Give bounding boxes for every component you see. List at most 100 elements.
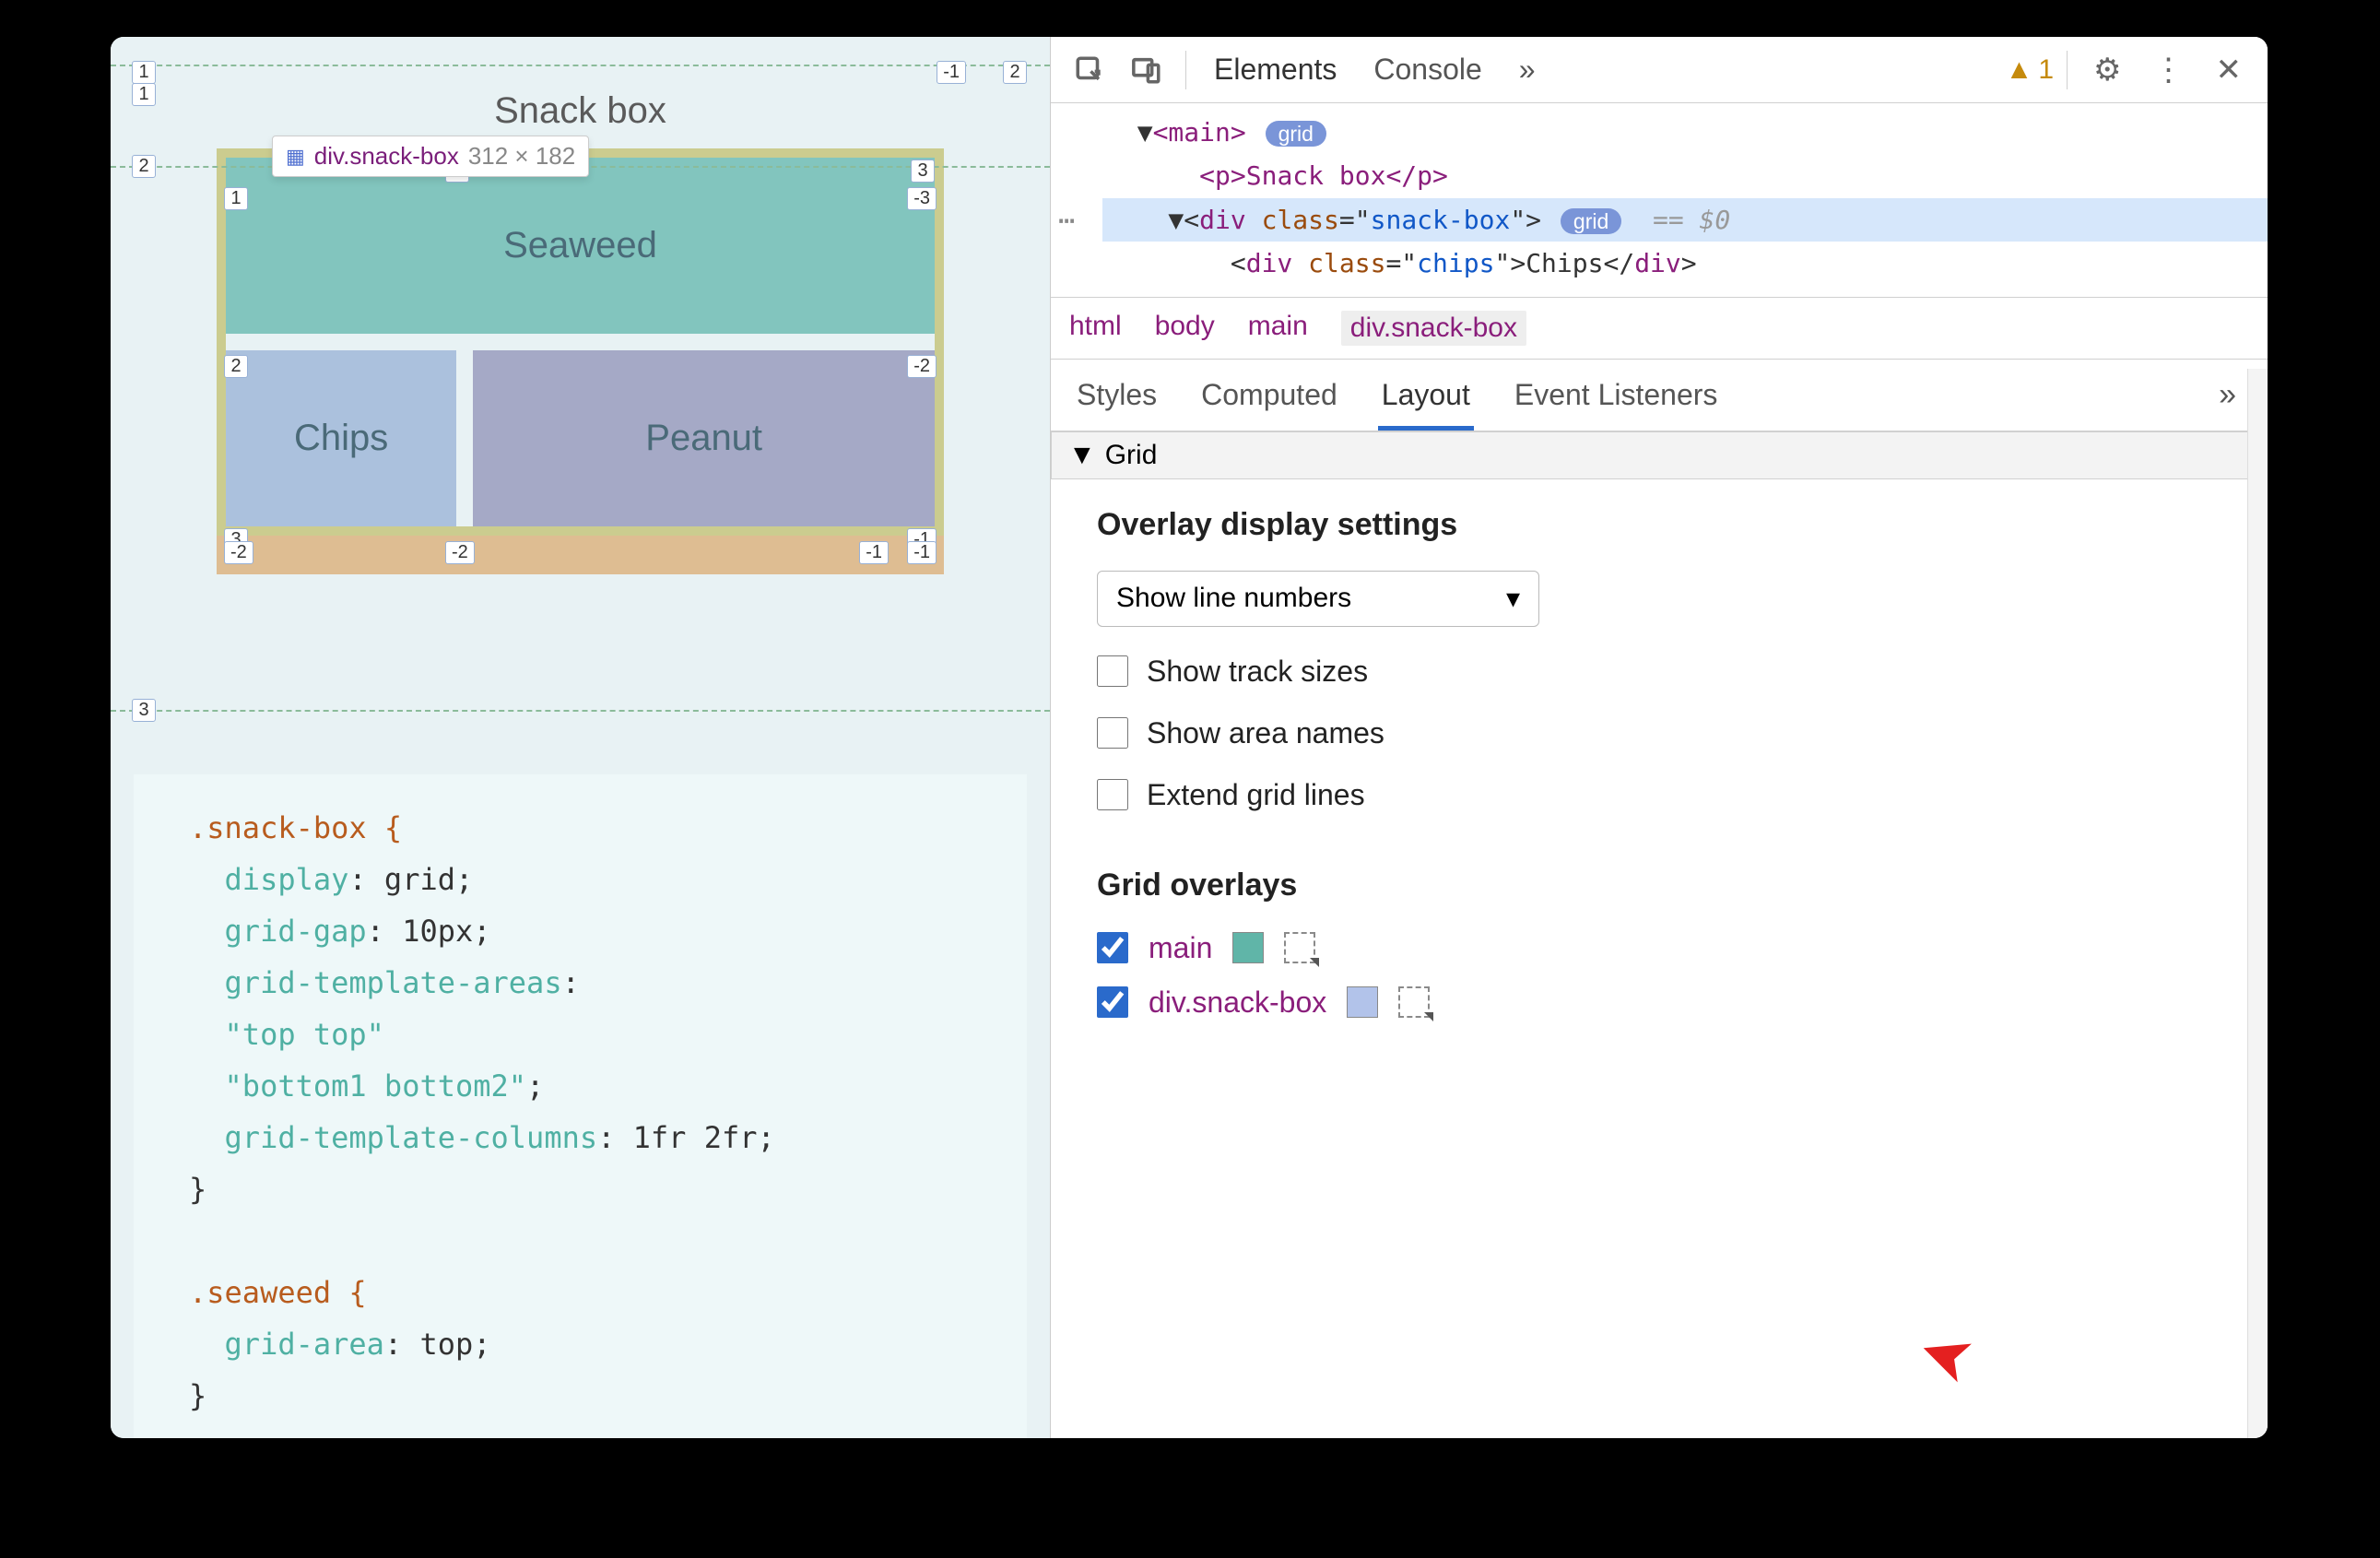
grid-line-number: 3 xyxy=(132,699,156,722)
grid-line-number: 1 xyxy=(224,187,248,210)
checkbox[interactable] xyxy=(1097,986,1128,1018)
dom-node-p[interactable]: <p>Snack box</p> xyxy=(1102,154,2268,197)
strip-area: -2 -2 -1 -1 xyxy=(217,536,944,574)
grid-overlays-group: Grid overlays main div.snack-box xyxy=(1051,840,2268,1047)
grid-line-h xyxy=(111,710,1050,712)
overlay-row-snack-box: div.snack-box xyxy=(1097,986,2221,1020)
device-toolbar-icon[interactable] xyxy=(1121,44,1172,96)
grid-icon: ▦ xyxy=(286,145,305,169)
checkbox[interactable] xyxy=(1097,717,1128,749)
code-brace: } xyxy=(189,1172,206,1207)
tooltip-dimensions: 312 × 182 xyxy=(468,142,575,171)
tab-elements[interactable]: Elements xyxy=(1212,41,1338,98)
grid-line-number: 2 xyxy=(132,155,156,178)
tooltip-selector: div.snack-box xyxy=(314,142,459,171)
annotation-arrow-icon: ➤ xyxy=(1907,1313,1984,1402)
grid-line-number: -3 xyxy=(907,187,937,210)
breadcrumb-item[interactable]: main xyxy=(1248,311,1308,346)
dom-node-snack-box[interactable]: ▼<div class="snack-box"> grid == $0 xyxy=(1102,198,2268,242)
grid-overlays-heading: Grid overlays xyxy=(1097,868,2221,903)
kebab-menu-icon[interactable]: ⋮ xyxy=(2140,52,2197,89)
dom-node-main[interactable]: ▼<main> grid xyxy=(1102,111,2268,154)
snack-box-container: ▦ div.snack-box 312 × 182 1 2 3 -3 2 -2 … xyxy=(217,148,944,536)
reveal-element-icon[interactable] xyxy=(1284,932,1315,963)
disclosure-triangle-icon: ▼ xyxy=(1068,440,1096,471)
tab-console[interactable]: Console xyxy=(1372,41,1483,98)
snack-box-grid[interactable]: Seaweed Chips Peanut xyxy=(217,148,944,536)
subtab-event-listeners[interactable]: Event Listeners xyxy=(1511,360,1722,431)
grid-badge[interactable]: grid xyxy=(1561,208,1621,234)
warning-icon: ▲ xyxy=(2006,54,2033,86)
code-prop: grid-template-areas xyxy=(225,965,562,1000)
section-grid-header[interactable]: ▼ Grid xyxy=(1051,431,2268,479)
inspect-element-icon[interactable] xyxy=(1064,44,1115,96)
layout-pane: ▼ Grid Overlay display settings Show lin… xyxy=(1051,431,2268,1438)
code-prop: grid-template-columns xyxy=(225,1120,598,1155)
breadcrumb-item[interactable]: html xyxy=(1069,311,1122,346)
subtab-computed[interactable]: Computed xyxy=(1197,360,1341,431)
overlay-display-settings: Overlay display settings Show line numbe… xyxy=(1051,479,2268,840)
devtools-tabs: Elements Console » xyxy=(1199,41,1538,98)
scrollbar[interactable] xyxy=(2247,369,2268,1438)
grid-line-number: 2 xyxy=(1003,61,1027,84)
cell-seaweed: Seaweed xyxy=(226,158,935,334)
devtools-toolbar: Elements Console » ▲ 1 ⚙ ⋮ ✕ xyxy=(1051,37,2268,103)
dom-breadcrumb: html body main div.snack-box xyxy=(1051,297,2268,360)
grid-line-number: -2 xyxy=(224,541,253,564)
code-val: top xyxy=(419,1327,473,1362)
grid-badge[interactable]: grid xyxy=(1266,121,1326,147)
grid-line-h xyxy=(111,65,1050,66)
overlay-label[interactable]: div.snack-box xyxy=(1149,986,1326,1020)
grid-line-number: 2 xyxy=(224,355,248,378)
close-icon[interactable]: ✕ xyxy=(2203,52,2256,89)
tab-more[interactable]: » xyxy=(1517,41,1538,98)
code-str: "bottom1 bottom2" xyxy=(225,1068,527,1104)
grid-line-number: -2 xyxy=(445,541,475,564)
code-prop: display xyxy=(225,862,349,897)
code-str: "top top" xyxy=(225,1017,384,1052)
code-prop: grid-area xyxy=(225,1327,384,1362)
styles-subtabs: Styles Computed Layout Event Listeners » xyxy=(1051,360,2268,431)
check-track-sizes[interactable]: Show track sizes xyxy=(1097,655,2221,689)
checkbox[interactable] xyxy=(1097,779,1128,810)
subtab-more[interactable]: » xyxy=(2219,377,2245,413)
check-label: Show area names xyxy=(1147,716,1384,750)
dom-tree[interactable]: ▼<main> grid <p>Snack box</p> ▼<div clas… xyxy=(1051,103,2268,297)
section-grid-label: Grid xyxy=(1105,440,1158,471)
page-viewport: 1 -1 2 1 2 3 Snack box ▦ div.snack-box 3… xyxy=(111,37,1051,1438)
grid-line-number: -1 xyxy=(907,541,937,564)
dollar-zero: == $0 xyxy=(1653,205,1730,235)
settings-icon[interactable]: ⚙ xyxy=(2080,52,2134,89)
warning-badge[interactable]: ▲ 1 xyxy=(2006,54,2054,86)
checkbox[interactable] xyxy=(1097,655,1128,687)
code-selector: .snack-box { xyxy=(189,810,402,845)
reveal-element-icon[interactable] xyxy=(1398,986,1430,1018)
css-code-block: .snack-box { display: grid; grid-gap: 10… xyxy=(134,774,1027,1438)
overlay-label[interactable]: main xyxy=(1149,931,1212,965)
checkbox[interactable] xyxy=(1097,932,1128,963)
subtab-layout[interactable]: Layout xyxy=(1378,360,1474,431)
check-extend-lines[interactable]: Extend grid lines xyxy=(1097,778,2221,812)
breadcrumb-item[interactable]: div.snack-box xyxy=(1341,311,1526,346)
grid-line-number: 3 xyxy=(911,159,935,183)
line-numbers-select[interactable]: Show line numbers ▾ xyxy=(1097,571,1539,627)
code-val: 1fr 2fr xyxy=(633,1120,758,1155)
color-swatch[interactable] xyxy=(1347,986,1378,1018)
code-val: 10px xyxy=(402,914,473,949)
separator xyxy=(2067,51,2068,89)
element-tooltip: ▦ div.snack-box 312 × 182 xyxy=(272,136,589,177)
code-brace: } xyxy=(189,1378,206,1413)
check-area-names[interactable]: Show area names xyxy=(1097,716,2221,750)
grid-line-number: 1 xyxy=(132,61,156,84)
grid-line-number: 1 xyxy=(132,83,156,106)
code-val: grid xyxy=(384,862,455,897)
color-swatch[interactable] xyxy=(1232,932,1264,963)
warning-count: 1 xyxy=(2038,54,2054,86)
check-label: Extend grid lines xyxy=(1147,778,1365,812)
devtools-panel: Elements Console » ▲ 1 ⚙ ⋮ ✕ ▼<main> gri… xyxy=(1051,37,2268,1438)
breadcrumb-item[interactable]: body xyxy=(1155,311,1215,346)
subtab-styles[interactable]: Styles xyxy=(1073,360,1161,431)
cell-peanut: Peanut xyxy=(473,350,935,526)
separator xyxy=(1185,51,1186,89)
dom-node-chips[interactable]: <div class="chips">Chips</div> xyxy=(1102,242,2268,285)
